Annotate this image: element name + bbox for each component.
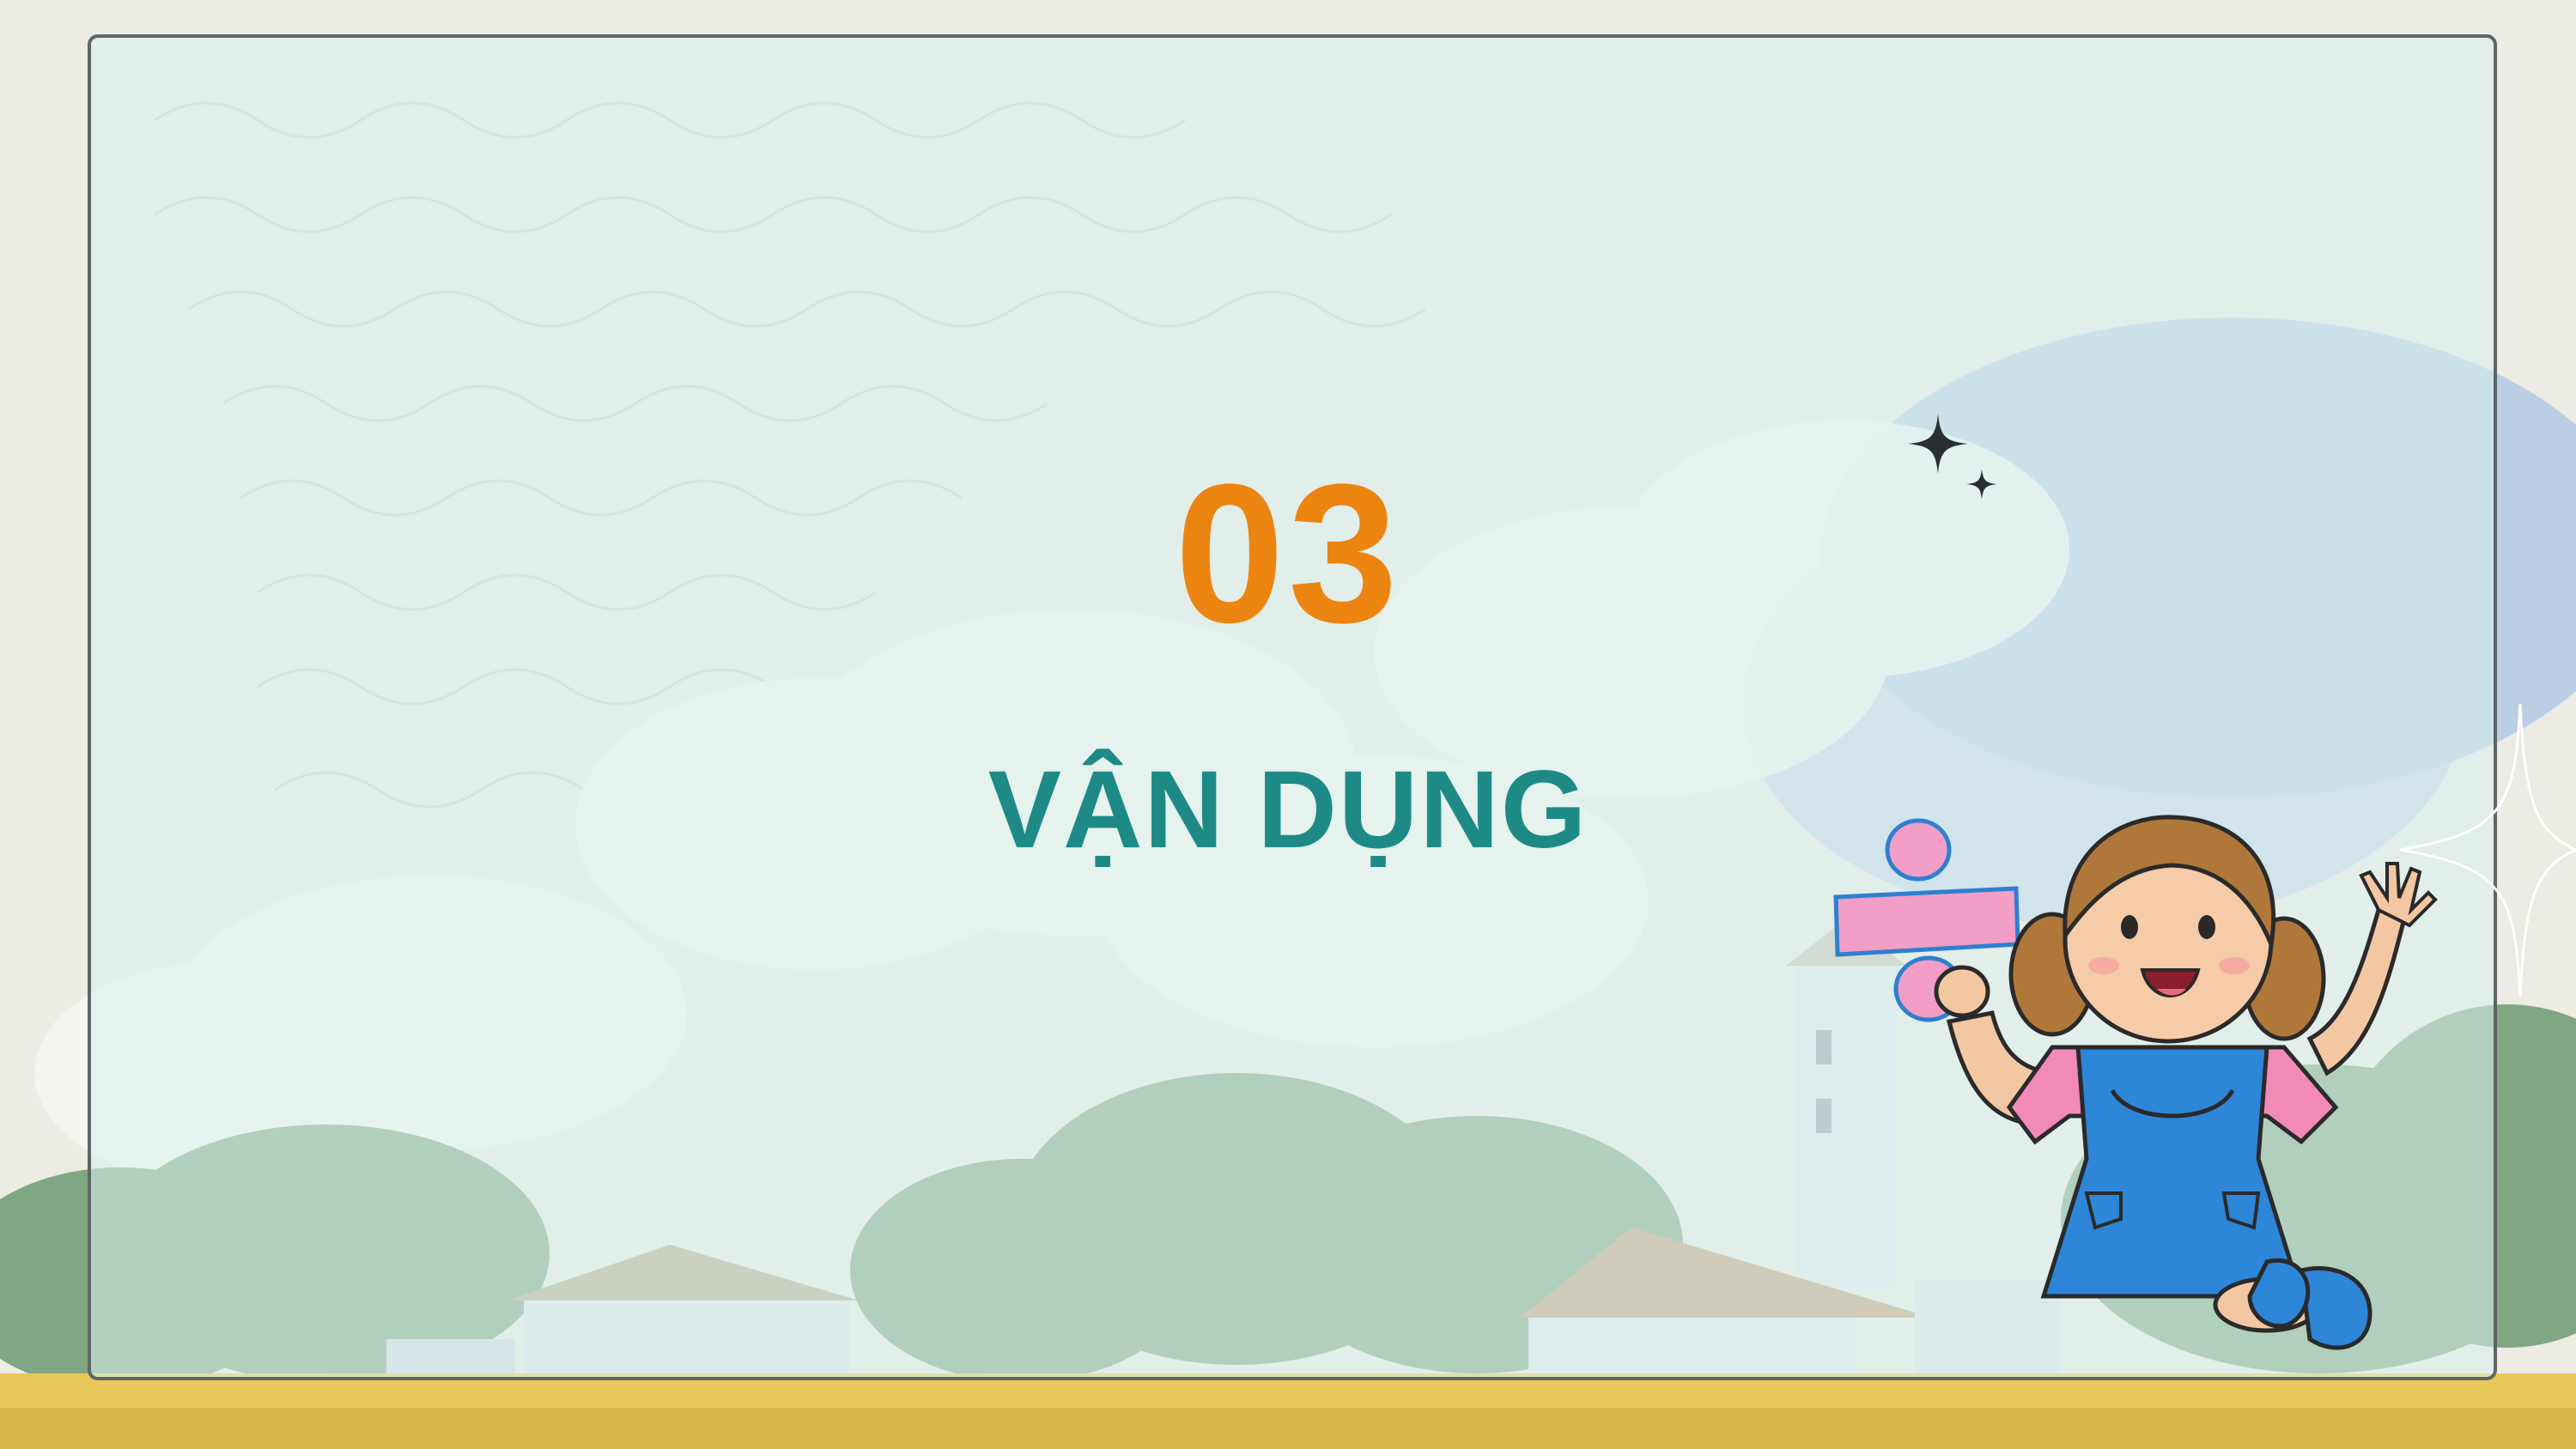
division-sign-icon [1833,818,2020,1022]
section-number: 03 [1175,443,1401,664]
slide-background: 03 VẬN DỤNG [0,0,2576,1449]
girl-illustration [1833,815,2438,1350]
